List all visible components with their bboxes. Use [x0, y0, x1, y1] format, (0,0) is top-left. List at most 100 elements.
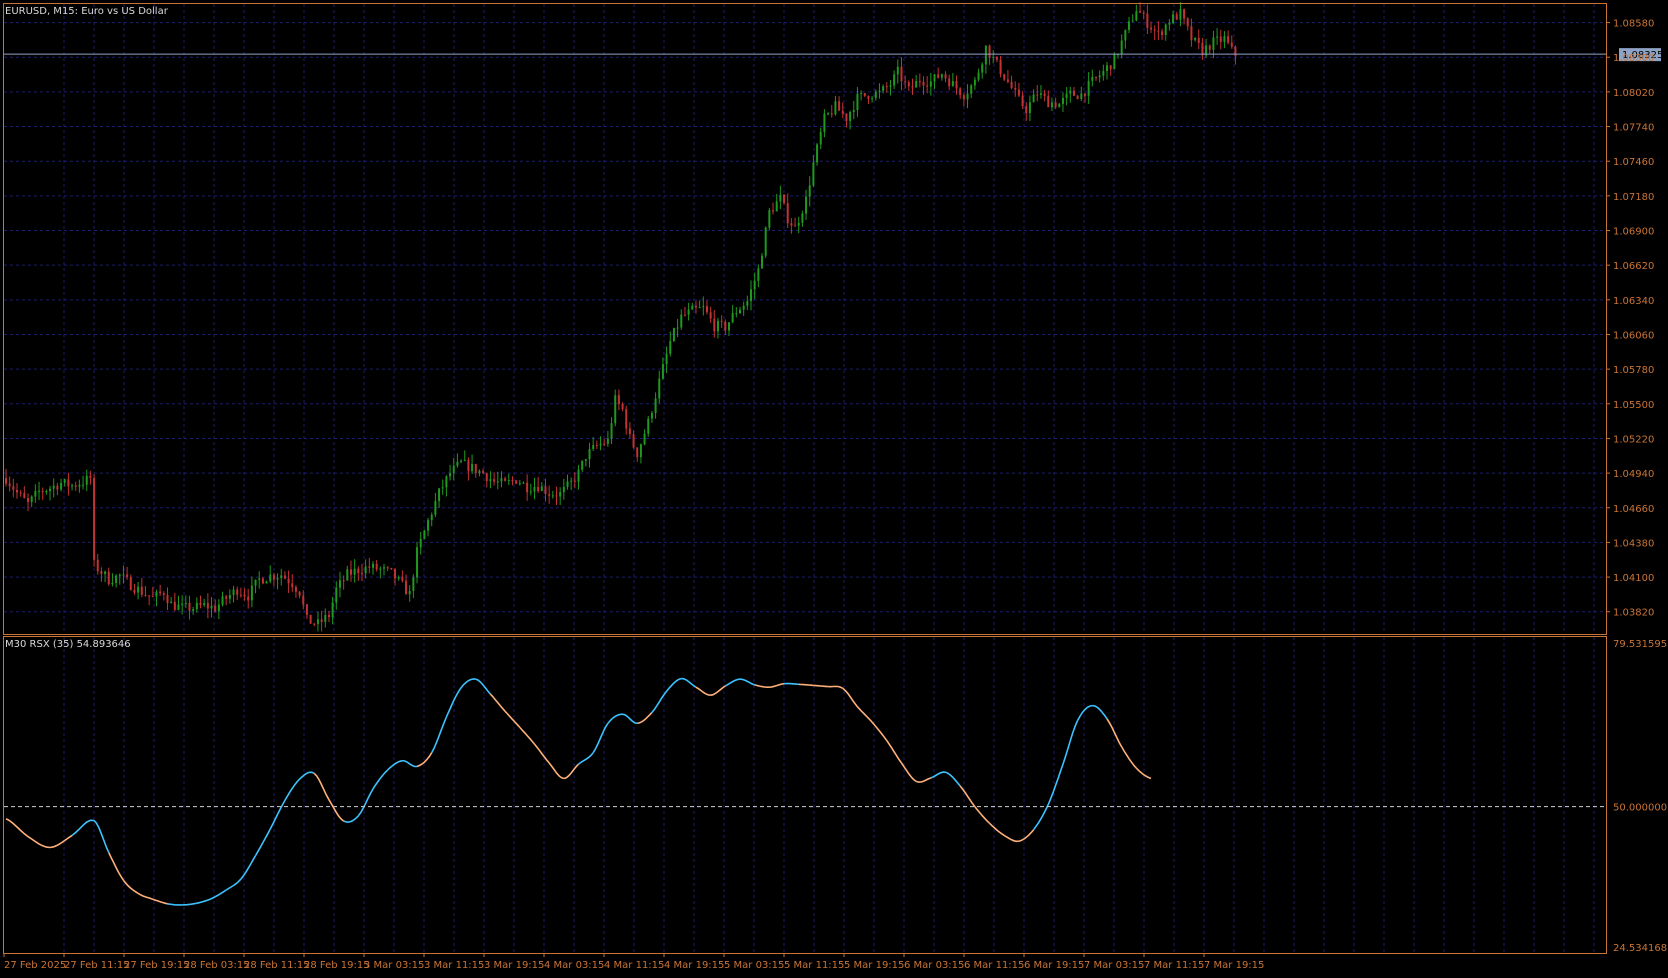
rsx-segment	[313, 772, 330, 801]
candle-body	[5, 478, 7, 484]
candle-body	[456, 461, 459, 466]
candle-body	[1150, 27, 1153, 30]
candle-body	[1142, 12, 1145, 14]
candle-body	[232, 589, 235, 595]
candle-body	[676, 327, 679, 329]
rsx-segment	[637, 711, 653, 725]
candle-body	[944, 74, 947, 79]
candle-body	[595, 445, 598, 447]
candle-body	[320, 619, 323, 622]
candle-body	[739, 309, 741, 314]
candle-body	[610, 423, 613, 439]
candle-body	[1087, 80, 1090, 96]
rsx-segment	[959, 785, 976, 808]
rsx-segment	[578, 752, 594, 765]
rsx-segment	[1003, 834, 1019, 843]
candle-body	[867, 95, 870, 99]
candle-body	[871, 98, 874, 100]
candle-body	[258, 578, 261, 580]
rsx-segment	[108, 852, 125, 881]
candle-body	[360, 572, 363, 574]
rsx-segment	[945, 771, 961, 787]
candle-body	[658, 378, 661, 399]
candle-body	[438, 488, 441, 501]
rsx-segment	[1062, 720, 1079, 765]
time-tick-label: 27 Feb 11:15	[64, 960, 130, 971]
candle-body	[1050, 102, 1053, 108]
candle-body	[805, 196, 808, 214]
candle-body	[551, 495, 554, 497]
candle-body	[772, 210, 775, 212]
candle-body	[1164, 24, 1167, 35]
rsx-segment	[284, 778, 301, 801]
candle-body	[27, 498, 30, 502]
candle-body	[988, 45, 991, 58]
candle-body	[614, 395, 617, 424]
chart-window[interactable]: 1.08325 1.088601.085801.083001.080201.07…	[0, 0, 1668, 974]
candle-body	[559, 492, 562, 497]
candle-body	[672, 328, 675, 342]
price-tick-label: 1.04660	[1613, 504, 1654, 515]
candle-body	[849, 111, 852, 122]
indicator-tick-label: 79.531595	[1613, 639, 1667, 650]
rsx-segment	[900, 762, 917, 783]
candle-body	[1153, 29, 1156, 31]
rsx-segment	[5, 818, 29, 838]
time-tick-label: 5 Mar 11:15	[784, 960, 844, 971]
candle-body	[915, 81, 918, 88]
candle-body	[911, 86, 914, 88]
candle-body	[522, 482, 525, 484]
candle-body	[192, 609, 195, 611]
price-tick-label: 1.07460	[1613, 157, 1654, 168]
candle-body	[1025, 106, 1028, 114]
time-tick-label: 27 Feb 2025	[4, 960, 66, 971]
rsx-segment	[783, 682, 799, 686]
candle-body	[713, 318, 716, 332]
candle-body	[698, 307, 701, 309]
candle-body	[973, 79, 976, 86]
candle-body	[324, 614, 327, 622]
time-tick-label: 3 Mar 11:15	[424, 960, 484, 971]
candle-body	[478, 470, 481, 474]
candle-body	[162, 593, 165, 596]
candle-body	[801, 213, 804, 223]
candle-body	[93, 477, 96, 560]
price-tick-label: 1.04940	[1613, 469, 1654, 480]
candle-body	[929, 81, 932, 87]
candle-body	[1036, 94, 1039, 96]
candle-body	[1091, 77, 1094, 81]
candle-body	[463, 459, 466, 461]
price-axis: 1.088601.085801.083001.080201.077401.074…	[1606, 19, 1654, 619]
candle-body	[1190, 26, 1193, 41]
price-grid	[4, 4, 1606, 634]
candle-body	[1124, 29, 1127, 41]
rsx-segment	[622, 713, 638, 725]
price-tick-label: 1.06620	[1613, 261, 1654, 272]
rsx-segment	[842, 687, 859, 708]
candle-body	[529, 491, 532, 493]
candle-body	[1094, 77, 1097, 79]
candle-body	[96, 559, 99, 572]
candle-body	[1212, 37, 1215, 50]
rsx-segment	[1047, 763, 1064, 805]
rsx-segment	[871, 721, 888, 742]
candle-body	[16, 489, 19, 493]
candle-body	[1234, 46, 1237, 57]
rsx-segment	[592, 722, 609, 754]
price-tick-label: 1.06900	[1613, 227, 1654, 238]
candle-body	[995, 56, 998, 60]
candle-body	[471, 464, 474, 472]
indicator-axis: 79.531595 50.000000 24.534168	[1613, 639, 1667, 954]
candle-body	[489, 479, 492, 482]
candle-body	[305, 604, 308, 615]
candle-body	[482, 470, 485, 474]
time-tick-label: 28 Feb 03:15	[184, 960, 250, 971]
candle-body	[1135, 11, 1138, 21]
time-tick-label: 28 Feb 11:15	[244, 960, 310, 971]
candle-body	[661, 364, 664, 379]
chart-canvas[interactable]: 1.08325 1.088601.085801.083001.080201.07…	[0, 0, 1668, 974]
candle-body	[126, 574, 129, 578]
candle-body	[617, 395, 620, 404]
candle-body	[239, 594, 242, 596]
rsx-segment	[930, 771, 946, 779]
